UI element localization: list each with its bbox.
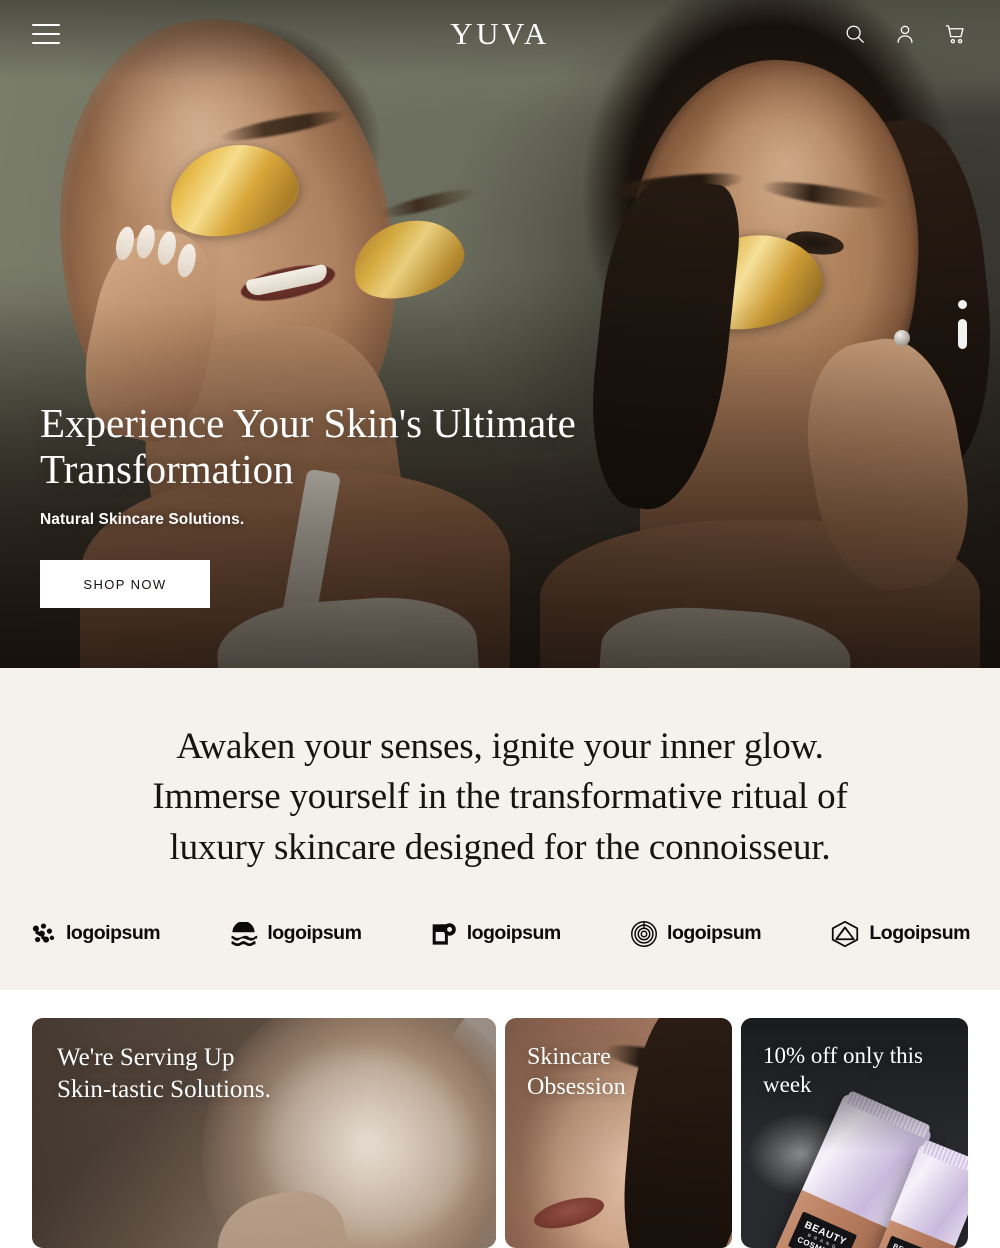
logo-item-2[interactable]: logoipsum: [229, 922, 362, 946]
promo-card-obsession[interactable]: Skincare Obsession: [504, 1018, 732, 1248]
shop-now-button[interactable]: SHOP NOW: [40, 560, 210, 608]
molecule-dots-icon: [30, 921, 57, 948]
hero-carousel-indicators: [958, 300, 967, 349]
promo-card-1-title: We're Serving Up Skin-tastic Solutions.: [57, 1042, 476, 1105]
carousel-dot-2-active[interactable]: [958, 319, 967, 349]
spiral-target-icon: [630, 920, 658, 948]
square-circle-icon: [431, 921, 458, 948]
logo-label-4: logoipsum: [667, 922, 762, 945]
page-root: YUVA Experience Your Skin's Ultimate Tra…: [0, 0, 1000, 1248]
promo-card-2-line-2: Obsession: [526, 1074, 626, 1101]
logo-item-4[interactable]: logoipsum: [630, 920, 762, 948]
promo-card-discount[interactable]: BEAUTY B R A N D COSMETIC BEAUTY B R A N…: [741, 1018, 969, 1248]
promo-card-2-line-1: Skincare: [526, 1044, 611, 1070]
promo-card-1-line-1: We're Serving Up: [57, 1044, 235, 1071]
logo-item-5[interactable]: Logoipsum: [830, 920, 970, 948]
promo-card-3-line-1: 10% off only this: [763, 1043, 923, 1068]
carousel-dot-1[interactable]: [958, 300, 967, 309]
logo-label-1: logoipsum: [66, 922, 161, 945]
tagline-text: Awaken your senses, ignite your inner gl…: [0, 722, 1000, 873]
hero-title: Experience Your Skin's Ultimate Transfor…: [40, 400, 576, 493]
tagline-line-2: Immerse yourself in the transformative r…: [152, 776, 848, 818]
hamburger-menu-icon[interactable]: [32, 24, 60, 44]
hero-section: YUVA Experience Your Skin's Ultimate Tra…: [0, 0, 1000, 668]
promo-card-3-title: 10% off only this week: [763, 1042, 948, 1100]
logo-label-5: Logoipsum: [869, 922, 970, 945]
site-header: YUVA: [0, 0, 1000, 68]
promo-card-3-line-2: week: [763, 1071, 812, 1097]
hero-copy: Experience Your Skin's Ultimate Transfor…: [40, 400, 660, 608]
promo-cards-section: We're Serving Up Skin-tastic Solutions. …: [0, 990, 1000, 1248]
partner-logo-strip: logoipsum logoipsum logoipsum logoipsum …: [0, 920, 1000, 948]
hero-subtitle: Natural Skincare Solutions.: [40, 511, 245, 528]
tagline-section: Awaken your senses, ignite your inner gl…: [0, 668, 1000, 990]
header-actions: [842, 21, 968, 47]
logo-label-3: logoipsum: [466, 922, 562, 945]
tagline-line-3: luxury skincare designed for the connois…: [169, 826, 831, 868]
hexagon-triangle-icon: [830, 920, 860, 948]
promo-card-1-line-2: Skin-tastic Solutions.: [57, 1075, 271, 1103]
sun-waves-icon: [229, 922, 258, 946]
shopping-cart-icon[interactable]: [942, 21, 968, 47]
logo-label-2: logoipsum: [267, 922, 362, 945]
logo-item-3[interactable]: logoipsum: [431, 921, 561, 948]
tagline-line-1: Awaken your senses, ignite your inner gl…: [176, 726, 824, 767]
search-icon[interactable]: [842, 21, 868, 47]
user-account-icon[interactable]: [892, 21, 918, 47]
promo-card-solutions[interactable]: We're Serving Up Skin-tastic Solutions.: [32, 1018, 496, 1248]
logo-item-1[interactable]: logoipsum: [30, 921, 161, 948]
promo-card-2-title: Skincare Obsession: [527, 1042, 712, 1102]
